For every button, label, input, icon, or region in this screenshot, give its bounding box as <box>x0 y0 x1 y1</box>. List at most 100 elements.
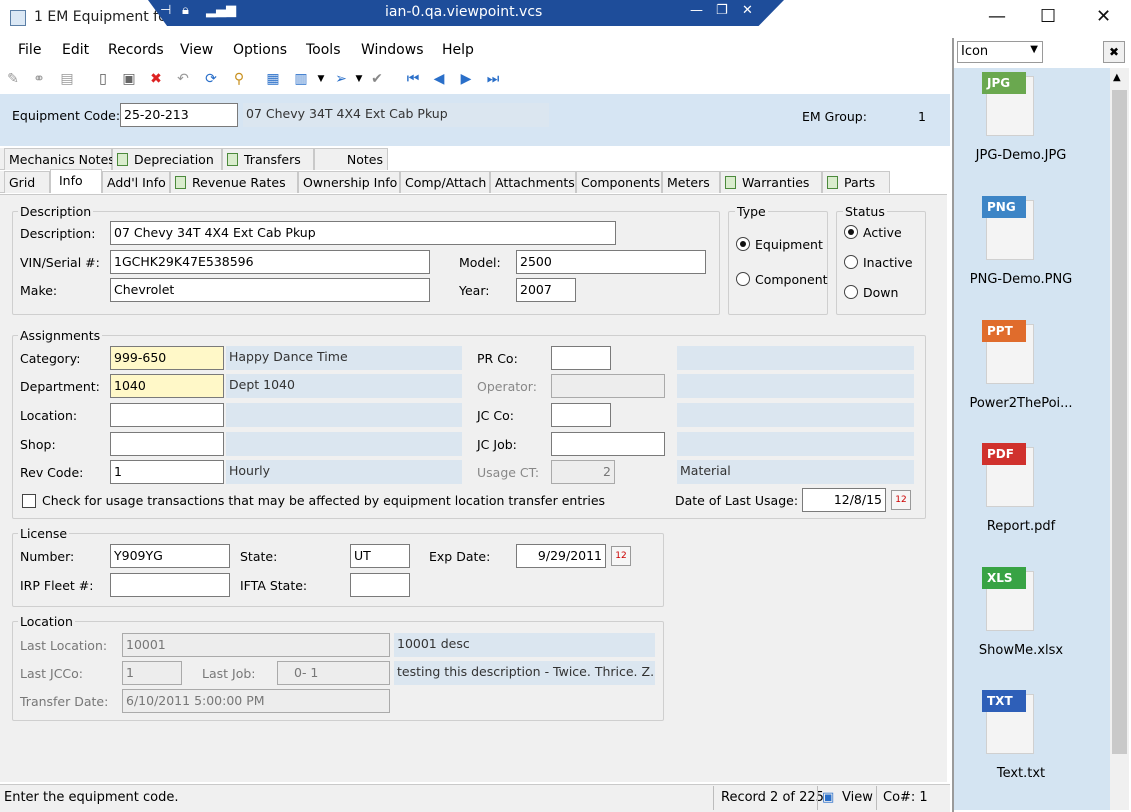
status-active-radio[interactable] <box>844 225 858 239</box>
document-icon[interactable]: ▯ <box>94 70 112 88</box>
view-mode-select[interactable]: Icon ▼ <box>957 41 1043 63</box>
usage-ct-label: Usage CT: <box>477 465 540 480</box>
department-input[interactable]: 1040 <box>110 374 224 398</box>
tab-grid[interactable]: Grid <box>4 171 50 193</box>
tab-meters[interactable]: Meters <box>662 171 720 193</box>
clipboard-icon[interactable]: ▥ <box>292 70 310 88</box>
license-number-input[interactable]: Y909YG <box>110 544 230 568</box>
search-icon[interactable]: ⚲ <box>230 70 248 88</box>
calculator-icon[interactable]: ▦ <box>264 70 282 88</box>
usage-transactions-checkbox[interactable] <box>22 494 36 508</box>
status-down-radio[interactable] <box>844 285 858 299</box>
ifta-state-input[interactable] <box>350 573 410 597</box>
link-icon[interactable]: ⚭ <box>30 70 48 88</box>
attachment-png[interactable]: PNG <box>982 196 1038 260</box>
send-icon[interactable]: ➢ <box>332 70 350 88</box>
tab-ownership-info[interactable]: Ownership Info <box>298 171 400 193</box>
menu-file[interactable]: File <box>18 42 41 58</box>
tab-addl-info[interactable]: Add'l Info <box>102 171 170 193</box>
model-input[interactable]: 2500 <box>516 250 706 274</box>
menu-options[interactable]: Options <box>233 42 287 58</box>
category-input[interactable]: 999-650 <box>110 346 224 370</box>
close-button[interactable]: ✕ <box>1096 6 1111 27</box>
tab-attachments[interactable]: Attachments <box>490 171 576 193</box>
equipment-code-input[interactable]: 25-20-213 <box>120 103 238 127</box>
next-record-icon[interactable]: ▶ <box>457 70 475 88</box>
vin-input[interactable]: 1GCHK29K47E538596 <box>110 250 430 274</box>
status-inactive-radio[interactable] <box>844 255 858 269</box>
scroll-up-icon[interactable]: ▲ <box>1113 72 1121 83</box>
attachment-name[interactable]: JPG-Demo.JPG <box>956 148 1086 163</box>
irp-fleet-input[interactable] <box>110 573 230 597</box>
scrollbar-thumb[interactable] <box>1112 90 1127 754</box>
attachment-pdf[interactable]: PDF <box>982 443 1038 507</box>
rdp-minimize-icon[interactable]: — <box>690 3 703 18</box>
attachment-name[interactable]: Text.txt <box>956 766 1086 781</box>
tab-transfers[interactable]: Transfers <box>222 148 314 170</box>
check-icon[interactable]: ✔ <box>368 70 386 88</box>
location-input[interactable] <box>110 403 224 427</box>
pin-icon[interactable]: ⊣ <box>160 3 171 18</box>
previous-record-icon[interactable]: ◀ <box>430 70 448 88</box>
tab-notes[interactable]: Notes <box>314 148 388 170</box>
pr-co-input[interactable] <box>551 346 611 370</box>
clipboard-dropdown-icon[interactable]: ▼ <box>312 70 330 88</box>
printer-icon[interactable]: ▤ <box>58 70 76 88</box>
jc-job-input[interactable] <box>551 432 665 456</box>
attachment-name[interactable]: Report.pdf <box>956 519 1086 534</box>
tab-parts[interactable]: Parts <box>822 171 890 193</box>
maximize-button[interactable]: ☐ <box>1040 6 1056 27</box>
model-label: Model: <box>459 255 501 270</box>
first-record-icon[interactable]: ⏮ <box>404 70 422 88</box>
send-dropdown-icon[interactable]: ▼ <box>350 70 368 88</box>
menu-tools[interactable]: Tools <box>306 42 341 58</box>
year-input[interactable]: 2007 <box>516 278 576 302</box>
type-component-radio[interactable] <box>736 272 750 286</box>
exp-date-input[interactable]: 9/29/2011 <box>516 544 606 568</box>
rdp-close-icon[interactable]: ✕ <box>742 3 753 18</box>
rev-code-input[interactable]: 1 <box>110 460 224 484</box>
description-input[interactable]: 07 Chevy 34T 4X4 Ext Cab Pkup <box>110 221 616 245</box>
menu-records[interactable]: Records <box>108 42 164 58</box>
type-equipment-radio[interactable] <box>736 237 750 251</box>
tab-comp-attach[interactable]: Comp/Attach <box>400 171 490 193</box>
status-divider <box>817 786 818 810</box>
rev-code-label: Rev Code: <box>20 465 84 480</box>
status-active-label: Active <box>863 225 902 240</box>
attachment-txt[interactable]: TXT <box>982 690 1038 754</box>
tab-depreciation[interactable]: Depreciation <box>112 148 222 170</box>
tab-components[interactable]: Components <box>576 171 662 193</box>
new-record-icon[interactable]: ✎ <box>4 70 22 88</box>
attachment-jpg[interactable]: JPG <box>982 72 1038 136</box>
menu-edit[interactable]: Edit <box>62 42 89 58</box>
license-state-input[interactable]: UT <box>350 544 410 568</box>
last-record-icon[interactable]: ⏭ <box>484 70 502 88</box>
jc-co-input[interactable] <box>551 403 611 427</box>
tab-info[interactable]: Info <box>50 169 102 193</box>
attachment-ppt[interactable]: PPT <box>982 320 1038 384</box>
calendar-icon[interactable]: 12 <box>891 490 911 510</box>
menu-help[interactable]: Help <box>442 42 474 58</box>
tab-mechanics-notes[interactable]: Mechanics Notes <box>4 148 115 170</box>
status-group-title: Status <box>843 204 887 219</box>
undo-icon[interactable]: ↶ <box>174 70 192 88</box>
delete-icon[interactable]: ✖ <box>147 70 165 88</box>
rdp-restore-icon[interactable]: ❐ <box>716 3 728 18</box>
refresh-icon[interactable]: ⟳ <box>202 70 220 88</box>
app-icon <box>10 10 26 26</box>
shop-input[interactable] <box>110 432 224 456</box>
attachment-name[interactable]: ShowMe.xlsx <box>956 643 1086 658</box>
save-icon[interactable]: ▣ <box>120 70 138 88</box>
tab-warranties[interactable]: Warranties <box>720 171 822 193</box>
menu-windows[interactable]: Windows <box>361 42 424 58</box>
attachment-name[interactable]: PNG-Demo.PNG <box>956 272 1086 287</box>
pane-close-button[interactable]: ✖ <box>1103 41 1125 63</box>
tab-revenue-rates[interactable]: Revenue Rates <box>170 171 298 193</box>
minimize-button[interactable]: — <box>988 6 1006 27</box>
menu-view[interactable]: View <box>180 42 213 58</box>
calendar-icon[interactable]: 12 <box>611 546 631 566</box>
make-input[interactable]: Chevrolet <box>110 278 430 302</box>
attachment-xls[interactable]: XLS <box>982 567 1038 631</box>
attachment-name[interactable]: Power2ThePoi... <box>956 396 1086 411</box>
last-usage-input[interactable]: 12/8/15 <box>802 488 886 512</box>
